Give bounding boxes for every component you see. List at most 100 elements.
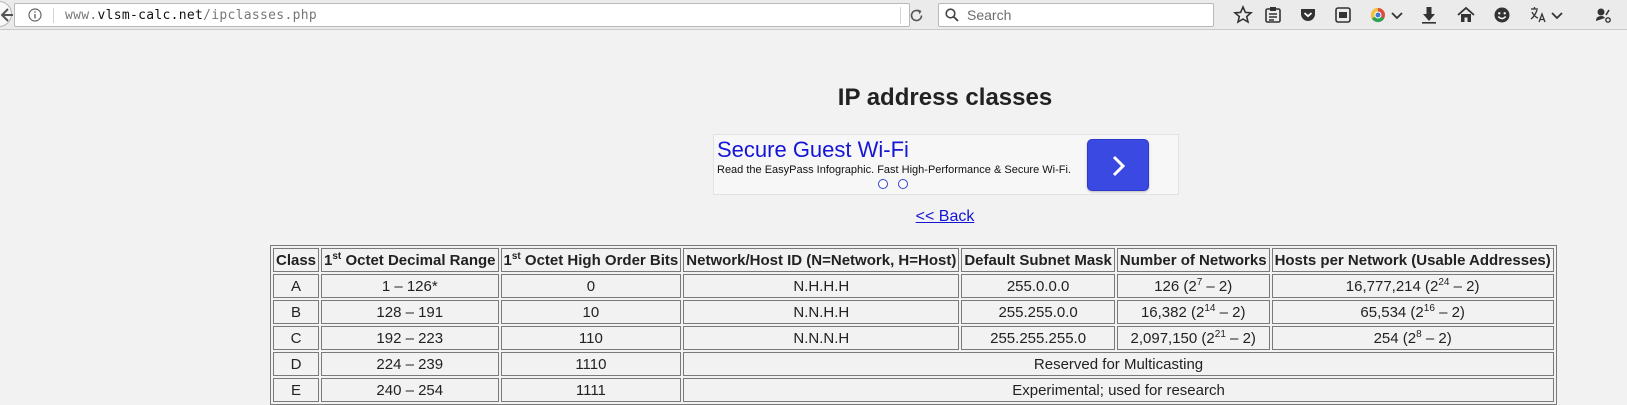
url-bar[interactable]: www.vlsm-calc.net/ipclasses.php <box>14 3 923 27</box>
header-network-host-id: Network/Host ID (N=Network, H=Host) <box>683 248 960 272</box>
browser-toolbar: www.vlsm-calc.net/ipclasses.php <box>0 0 1627 30</box>
header-number-of-networks: Number of Networks <box>1116 248 1270 272</box>
cell-range: 192 – 223 <box>321 326 499 350</box>
back-link[interactable]: << Back <box>0 208 1627 226</box>
table-row: C 192 – 223 110 N.N.N.H 255.255.255.0 2,… <box>273 326 1554 350</box>
cell-hosts: 65,534 (216 – 2) <box>1271 300 1554 324</box>
networks-suffix: – 2) <box>1202 278 1233 295</box>
cell-class: B <box>273 300 320 324</box>
ip-classes-table: Class 1st Octet Decimal Range 1st Octet … <box>270 245 1557 405</box>
cell-networks: 126 (27 – 2) <box>1116 274 1270 298</box>
hosts-suffix: – 2) <box>1449 278 1480 295</box>
search-icon <box>945 8 959 22</box>
cell-netid: N.N.N.H <box>683 326 960 350</box>
back-button[interactable] <box>0 1 13 27</box>
search-bar[interactable] <box>938 3 1214 27</box>
home-icon[interactable] <box>1456 5 1476 25</box>
header-class: Class <box>273 248 320 272</box>
networks-suffix: – 2) <box>1215 304 1246 321</box>
url-host: vlsm-calc.net <box>97 8 204 23</box>
header-hosts-per-network: Hosts per Network (Usable Addresses) <box>1271 248 1554 272</box>
table-row: D 224 – 239 1110 Reserved for Multicasti… <box>273 352 1554 376</box>
reload-icon[interactable] <box>909 8 924 23</box>
ad-description: Read the EasyPass Infographic. Fast High… <box>717 164 1071 176</box>
hosts-value: 65,534 (2 <box>1360 304 1424 321</box>
cell-mask: 255.255.0.0 <box>961 300 1115 324</box>
page-title: IP address classes <box>837 84 1053 111</box>
url-text[interactable]: www.vlsm-calc.net/ipclasses.php <box>65 8 317 23</box>
cell-networks: 16,382 (214 – 2) <box>1116 300 1270 324</box>
url-path: /ipclasses.php <box>203 8 317 23</box>
pocket-icon[interactable] <box>1298 5 1318 25</box>
cell-range: 1 – 126* <box>321 274 499 298</box>
extension-icon[interactable] <box>1593 5 1613 25</box>
header-high-order-bits: 1st Octet High Order Bits <box>500 248 682 272</box>
chevron-right-icon <box>1112 155 1126 177</box>
networks-value: 16,382 (2 <box>1140 304 1205 321</box>
cell-range: 128 – 191 <box>321 300 499 324</box>
emoji-icon[interactable] <box>1492 5 1512 25</box>
info-icon[interactable] <box>28 8 42 22</box>
cell-hosts: 254 (28 – 2) <box>1271 326 1554 350</box>
dropdown-chevron-icon[interactable] <box>1387 5 1407 25</box>
header-range-text: Octet Decimal Range <box>341 252 496 269</box>
chrome-extension-icon[interactable] <box>1368 5 1388 25</box>
reading-list-icon[interactable] <box>1263 5 1283 25</box>
cell-class: C <box>273 326 320 350</box>
cell-class: E <box>273 378 320 402</box>
cell-bits: 1110 <box>500 352 682 376</box>
download-icon[interactable] <box>1419 5 1439 25</box>
cell-range: 224 – 239 <box>321 352 499 376</box>
cell-note: Reserved for Multicasting <box>683 352 1554 376</box>
cell-range: 240 – 254 <box>321 378 499 402</box>
hosts-suffix: – 2) <box>1421 330 1452 347</box>
hosts-value: 254 (2 <box>1373 330 1417 347</box>
networks-exponent: 21 <box>1214 329 1226 340</box>
hosts-value: 16,777,214 (2 <box>1345 278 1439 295</box>
cell-bits: 110 <box>500 326 682 350</box>
cell-class: D <box>273 352 320 376</box>
screenshot-icon[interactable] <box>1333 5 1353 25</box>
header-range-ordinal: st <box>332 251 342 262</box>
ad-carousel-dot[interactable] <box>898 179 908 189</box>
header-bits-ordinal: st <box>511 251 521 262</box>
table-row: A 1 – 126* 0 N.H.H.H 255.0.0.0 126 (27 –… <box>273 274 1554 298</box>
advertisement[interactable]: Secure Guest Wi-Fi Read the EasyPass Inf… <box>713 134 1179 195</box>
cell-netid: N.N.H.H <box>683 300 960 324</box>
networks-exponent: 14 <box>1204 303 1216 314</box>
cell-networks: 2,097,150 (221 – 2) <box>1116 326 1270 350</box>
cell-class: A <box>273 274 320 298</box>
translate-icon[interactable] <box>1528 5 1548 25</box>
cell-mask: 255.0.0.0 <box>961 274 1115 298</box>
header-bits-number: 1 <box>503 252 512 269</box>
cell-note: Experimental; used for research <box>683 378 1554 402</box>
cell-bits: 0 <box>500 274 682 298</box>
ad-title-link[interactable]: Secure Guest Wi-Fi <box>717 137 909 163</box>
header-subnet-mask: Default Subnet Mask <box>961 248 1115 272</box>
dropdown-chevron-icon[interactable] <box>1547 5 1567 25</box>
networks-suffix: – 2) <box>1225 330 1256 347</box>
header-bits-text: Octet High Order Bits <box>520 252 679 269</box>
table-row: B 128 – 191 10 N.N.H.H 255.255.0.0 16,38… <box>273 300 1554 324</box>
cell-mask: 255.255.255.0 <box>961 326 1115 350</box>
cell-bits: 1111 <box>500 378 682 402</box>
table-header-row: Class 1st Octet Decimal Range 1st Octet … <box>273 248 1554 272</box>
networks-value: 2,097,150 (2 <box>1130 330 1215 347</box>
search-input[interactable] <box>963 5 1203 25</box>
header-octet-range: 1st Octet Decimal Range <box>321 248 499 272</box>
back-arrow-icon <box>1 8 13 22</box>
url-separator <box>900 7 901 24</box>
hosts-suffix: – 2) <box>1434 304 1465 321</box>
hosts-exponent: 24 <box>1438 277 1450 288</box>
networks-value: 126 (2 <box>1154 278 1197 295</box>
hosts-exponent: 16 <box>1423 303 1435 314</box>
cell-bits: 10 <box>500 300 682 324</box>
url-separator <box>53 8 54 23</box>
ad-open-button[interactable] <box>1087 139 1149 191</box>
bookmark-star-icon[interactable] <box>1233 5 1253 25</box>
table-row: E 240 – 254 1111 Experimental; used for … <box>273 378 1554 402</box>
cell-hosts: 16,777,214 (224 – 2) <box>1271 274 1554 298</box>
ad-carousel-dot[interactable] <box>878 179 888 189</box>
url-prefix: www. <box>65 8 98 23</box>
cell-netid: N.H.H.H <box>683 274 960 298</box>
